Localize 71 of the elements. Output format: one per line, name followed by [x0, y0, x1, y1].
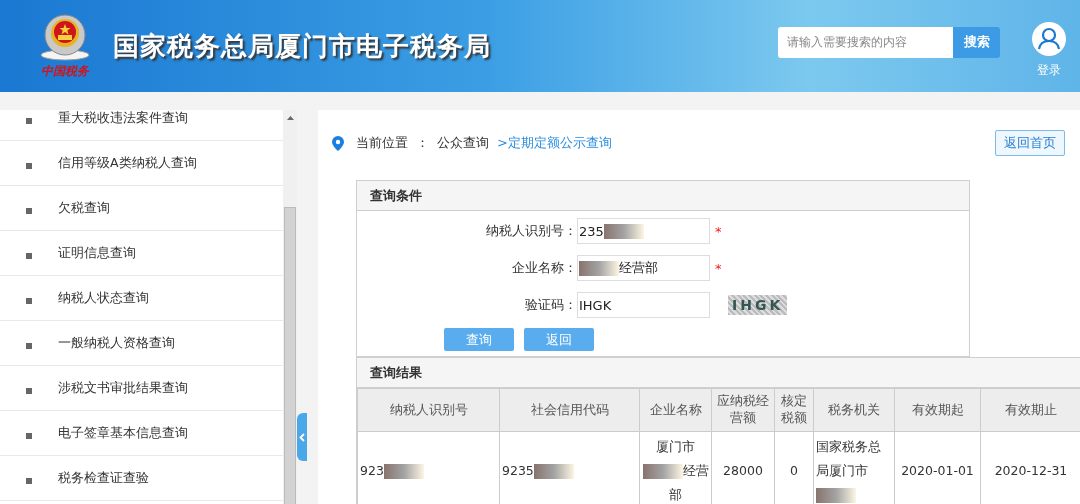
cell-text: 0 — [790, 463, 798, 478]
field-label: 纳税人识别号： — [486, 222, 577, 240]
sidebar-item-label: 纳税人状态查询 — [58, 289, 149, 307]
sidebar-item-label: 电子签章基本信息查询 — [58, 424, 188, 442]
field-label: 验证码： — [525, 296, 577, 314]
cell-text: 2020-01-01 — [901, 463, 974, 478]
column-header: 核定税额 — [774, 388, 814, 432]
sidebar-item-label: 重大税收违法案件查询 — [58, 110, 188, 127]
breadcrumb-label: 当前位置 — [356, 134, 408, 152]
scroll-up-icon[interactable] — [286, 116, 294, 120]
bullet-icon — [26, 252, 32, 259]
sidebar-item[interactable]: 重大税收违法案件查询 — [0, 110, 283, 141]
chevron-left-icon — [299, 432, 305, 442]
sidebar-item-label: 欠税查询 — [58, 199, 110, 217]
input-field[interactable]: IHGK — [577, 292, 710, 318]
input-field[interactable]: 经营部 — [577, 255, 710, 281]
column-header: 应纳税经营额 — [711, 388, 775, 432]
redaction-block — [603, 223, 644, 239]
cell-text: 国家税务总局厦门市 — [816, 439, 881, 478]
column-header: 有效期止 — [980, 388, 1080, 432]
emblem-caption: 中国税务 — [41, 62, 89, 80]
column-header: 有效期起 — [894, 388, 981, 432]
sidebar-item-label: 一般纳税人资格查询 — [58, 334, 175, 352]
redaction-block — [816, 488, 856, 503]
breadcrumb-current[interactable]: >定期定额公示查询 — [497, 134, 612, 152]
redaction-block — [533, 464, 574, 479]
sidebar-item-label: 涉税文书审批结果查询 — [58, 379, 188, 397]
collapse-tab[interactable] — [297, 413, 307, 461]
bullet-icon — [26, 477, 32, 484]
cell-text: 28000 — [723, 463, 763, 478]
redaction-block — [579, 260, 619, 276]
field-label: 企业名称： — [512, 259, 577, 277]
sidebar-item-label: 税务检查证查验 — [58, 469, 149, 487]
cell-text: 9235 — [502, 463, 534, 478]
bullet-icon — [26, 297, 32, 304]
site-title: 国家税务总局厦门市电子税务局 — [113, 29, 491, 63]
sidebar-item-label: 信用等级A类纳税人查询 — [58, 154, 197, 172]
cell-text: 2020-12-31 — [994, 463, 1068, 478]
cell-text: 厦门市 — [656, 439, 695, 454]
column-header: 纳税人识别号 — [357, 388, 500, 432]
field-value: 235 — [579, 223, 604, 239]
search-field[interactable]: 请输入需要搜索的内容 — [778, 26, 953, 58]
column-header: 企业名称 — [639, 388, 712, 432]
field-value: IHGK — [579, 297, 612, 313]
bullet-icon — [26, 432, 32, 439]
captcha-image[interactable]: IHGK — [728, 295, 788, 315]
bullet-icon — [26, 162, 32, 169]
field-value: 经营部 — [619, 259, 658, 277]
scrollbar-thumb[interactable] — [284, 207, 296, 504]
bullet-icon — [26, 117, 32, 124]
column-header: 税务机关 — [813, 388, 895, 432]
emblem-icon — [39, 12, 91, 63]
breadcrumb-separator: ： — [416, 134, 429, 152]
bullet-icon — [26, 207, 32, 214]
required-mark: * — [715, 260, 722, 276]
cell-text: 经营部 — [669, 463, 709, 502]
required-mark: * — [715, 223, 722, 239]
home-button[interactable]: 返回首页 — [995, 130, 1065, 156]
sidebar-item-label: 证明信息查询 — [58, 244, 136, 262]
user-avatar-icon[interactable] — [1032, 21, 1066, 56]
redaction-block — [383, 464, 424, 479]
redaction-block — [642, 464, 683, 479]
column-header: 社会信用代码 — [499, 388, 640, 432]
cell-text: 923 — [360, 463, 384, 478]
input-field[interactable]: 235 — [577, 218, 710, 244]
bullet-icon — [26, 342, 32, 349]
panel-title: 查询结果 — [357, 358, 1080, 388]
breadcrumb-link[interactable]: 公众查询 — [437, 134, 489, 152]
bullet-icon — [26, 387, 32, 394]
location-pin-icon — [332, 135, 344, 151]
panel-title: 查询条件 — [357, 181, 969, 211]
